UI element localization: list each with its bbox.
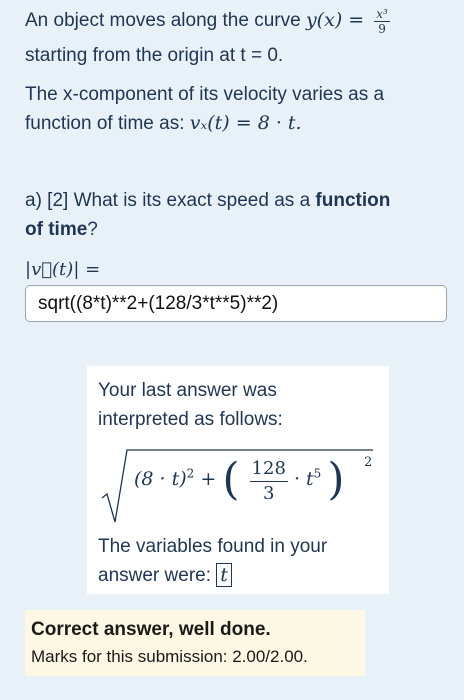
- part-a-question-mark: ?: [87, 219, 98, 240]
- part-a-prompt-line-1: a) [2] What is its exact speed as a func…: [25, 186, 390, 215]
- term-8t: (8 · t): [134, 468, 187, 490]
- intro-text: An object moves along the curve: [25, 10, 301, 31]
- vars-line-1: The variables found in your: [98, 536, 328, 557]
- velocity-line-1: The x-component of its velocity varies a…: [25, 84, 385, 105]
- part-a-bold-word: function: [315, 190, 391, 211]
- vars-label: answer were:: [98, 565, 211, 586]
- preview-line-1: Your last answer was: [98, 380, 277, 401]
- formula-body: (8 · t)2 + ( 128 3 · t5 ): [134, 458, 345, 505]
- feedback-headline: Correct answer, well done.: [31, 619, 271, 640]
- velocity-line-2: function of time as: vₓ(t) = 8 · t.: [25, 109, 302, 138]
- answer-input[interactable]: sqrt((8*t)**2+(128/3*t**5)**2): [25, 285, 447, 322]
- part-a-bold-line2: of time: [25, 219, 88, 240]
- curve-denominator: 9: [378, 21, 386, 36]
- preview-line-2: interpreted as follows:: [98, 409, 283, 430]
- outer-exponent: 2: [364, 455, 373, 470]
- curve-equation: y(x) = x³ 9: [305, 8, 390, 35]
- variables-found: t: [216, 563, 232, 587]
- vars-line-2: answer were: t: [98, 561, 378, 590]
- curve-fraction: x³ 9: [374, 8, 390, 35]
- term-8t-exponent: 2: [186, 466, 195, 481]
- t-exponent: 5: [313, 466, 322, 481]
- marks-text: Marks for this submission: 2.00/2.00.: [31, 647, 308, 666]
- velocity-equation: vₓ(t) = 8 · t.: [189, 112, 302, 134]
- curve-lhs: y(x) =: [305, 9, 365, 31]
- speed-label: |v⃗(t)| =: [25, 259, 101, 280]
- fraction-numerator: 128: [249, 458, 288, 482]
- times-t: · t: [293, 468, 314, 490]
- fraction-denominator: 3: [263, 483, 275, 504]
- question-line-1: An object moves along the curve y(x) = x…: [25, 6, 390, 35]
- part-a-prompt-line-2: of time?: [25, 215, 98, 244]
- answer-preview: Your last answer was interpreted as foll…: [87, 366, 389, 594]
- plus-sign: +: [200, 468, 217, 490]
- left-paren: (: [222, 454, 240, 505]
- fraction-128-3: 128 3: [249, 458, 288, 505]
- velocity-text: function of time as:: [25, 113, 185, 134]
- question-line-2: starting from the origin at t = 0.: [25, 45, 284, 66]
- right-paren: ): [327, 454, 345, 505]
- curve-numerator: x³: [374, 6, 390, 22]
- part-a-prefix: a) [2] What is its exact speed as a: [25, 190, 311, 211]
- feedback-box: Correct answer, well done. Marks for thi…: [25, 610, 365, 676]
- interpreted-formula: (8 · t)2 + ( 128 3 · t5 ) 2: [98, 440, 378, 530]
